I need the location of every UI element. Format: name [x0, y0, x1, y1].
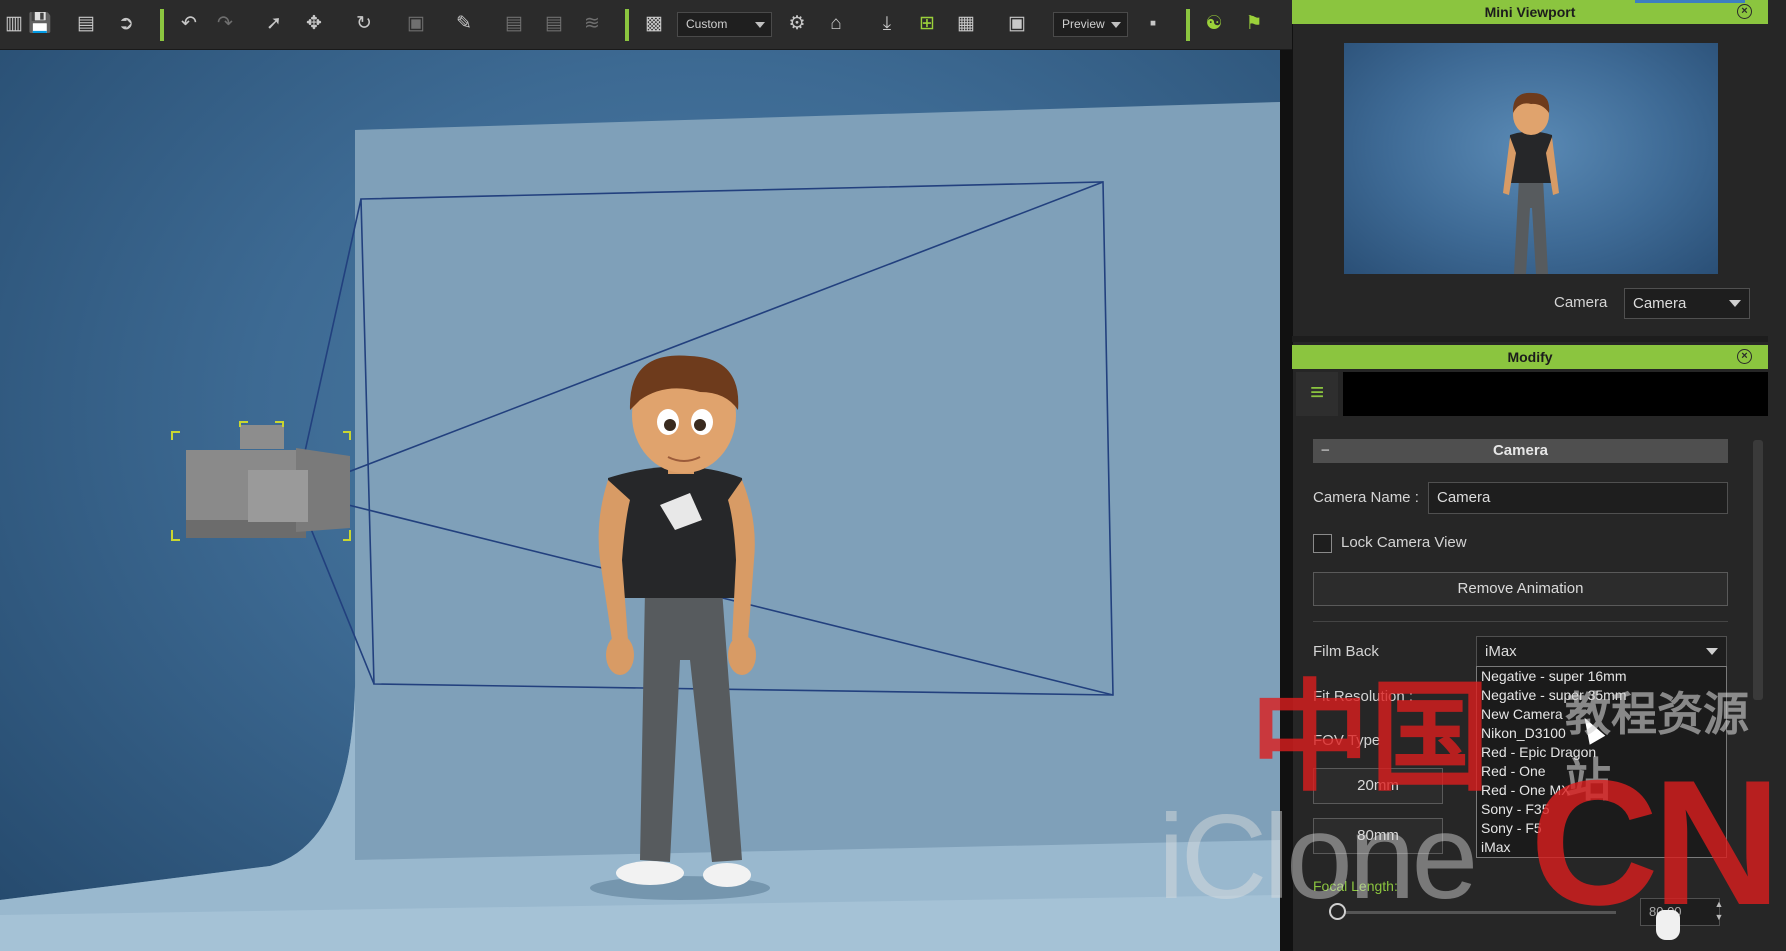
align-center-icon[interactable]: ▤ [540, 10, 568, 38]
app-window: ▥ 💾 ▤ ➲ ↶ ↷ ➚ ✥ ↻ ▣ ✎ ▤ ▤ ≋ ▩ Custom ⚙ ⌂… [0, 0, 1786, 951]
lock-camera-view-checkbox[interactable] [1313, 534, 1332, 553]
camera-section-header[interactable]: − Camera [1313, 439, 1728, 463]
film-back-option[interactable]: Red - One MX [1477, 781, 1726, 800]
zoom-extents-icon[interactable]: ▣ [1003, 10, 1031, 38]
rotate-icon[interactable]: ↻ [350, 10, 378, 38]
camera-name-field[interactable]: Camera [1428, 482, 1728, 514]
mini-viewport-preview[interactable] [1344, 43, 1718, 274]
move-icon[interactable]: ✥ [300, 10, 328, 38]
panel-splitter[interactable] [1292, 336, 1768, 342]
focal-length-label: Focal Length: [1313, 878, 1398, 894]
lens-preset-80mm-button[interactable]: 80mm [1313, 818, 1443, 854]
blink-icon[interactable]: ≋ [578, 10, 606, 38]
focal-length-input[interactable]: 80.00 [1640, 898, 1720, 926]
focal-length-slider-track[interactable] [1336, 911, 1616, 914]
video-camera-icon[interactable]: ▪ [1139, 10, 1167, 38]
lens-preset-20mm-button[interactable]: 20mm [1313, 768, 1443, 804]
film-back-dropdown-list: Negative - super 16mm Negative - super 3… [1476, 666, 1727, 858]
camera-name-label: Camera Name : [1313, 489, 1419, 506]
modify-title-bar: Modify × [1292, 345, 1768, 369]
film-back-label: Film Back [1313, 643, 1379, 660]
film-back-option[interactable]: Negative - super 16mm [1477, 667, 1726, 686]
chevron-down-icon [1111, 22, 1121, 28]
light-icon[interactable]: ⚙ [783, 10, 811, 38]
window-icon[interactable]: ▩ [640, 10, 668, 38]
collapse-icon[interactable]: − [1321, 439, 1330, 463]
camera-label: Camera [1554, 294, 1608, 311]
mini-viewport-title: Mini Viewport [1484, 4, 1576, 20]
film-back-option[interactable]: New Camera [1477, 705, 1726, 724]
save-icon[interactable]: ▥ [0, 10, 28, 38]
mini-camera-select[interactable]: Camera [1624, 288, 1750, 319]
chevron-down-icon [1729, 300, 1741, 307]
mini-preview-canvas [1503, 92, 1559, 274]
toolbar-separator [160, 9, 164, 41]
spinner-arrows-icon[interactable]: ▲ ▼ [1712, 898, 1726, 926]
scene-viewport[interactable] [0, 50, 1280, 951]
lock-camera-view-label: Lock Camera View [1341, 534, 1467, 551]
pose-icon[interactable]: ☯ [1200, 10, 1228, 38]
save-icon[interactable]: 💾 [26, 10, 54, 38]
lens-preset-label: 20mm [1357, 777, 1399, 794]
redo-icon[interactable]: ↷ [211, 10, 239, 38]
main-toolbar: ▥ 💾 ▤ ➲ ↶ ↷ ➚ ✥ ↻ ▣ ✎ ▤ ▤ ≋ ▩ Custom ⚙ ⌂… [0, 0, 1292, 50]
import-icon[interactable]: ➲ [112, 10, 140, 38]
fov-type-label: FOV Type [1313, 732, 1381, 749]
render-mode-dropdown[interactable]: Preview [1053, 12, 1128, 37]
chevron-down-icon [1706, 648, 1718, 655]
film-back-select[interactable]: iMax [1476, 636, 1727, 667]
camera-name-value: Camera [1437, 489, 1491, 506]
add-icon[interactable]: ⊞ [913, 10, 941, 38]
toolbar-separator [1186, 9, 1190, 41]
panel-focus-indicator [1635, 0, 1745, 3]
sliders-icon[interactable]: ≡ [1296, 372, 1338, 416]
view-mode-value: Custom [686, 17, 728, 31]
scale-icon[interactable]: ▣ [402, 10, 430, 38]
camera-section-title: Camera [1492, 442, 1549, 459]
paint-icon[interactable]: ✎ [450, 10, 478, 38]
remove-animation-label: Remove Animation [1457, 580, 1584, 597]
mouse-icon [1656, 910, 1680, 940]
film-back-option[interactable]: iMax [1477, 838, 1726, 857]
divider [1313, 621, 1728, 622]
undo-icon[interactable]: ↶ [175, 10, 203, 38]
render-mode-value: Preview [1062, 17, 1105, 31]
close-icon[interactable]: × [1737, 349, 1752, 364]
mini-viewport-title-bar: Mini Viewport × [1292, 0, 1768, 24]
export-icon[interactable]: ▤ [72, 10, 100, 38]
modify-header-area [1343, 372, 1768, 416]
download-icon[interactable]: ⤓ [873, 10, 901, 38]
focal-length-slider-handle[interactable] [1329, 903, 1346, 920]
camera-object[interactable] [171, 421, 351, 541]
film-back-value: iMax [1485, 643, 1517, 660]
align-left-icon[interactable]: ▤ [500, 10, 528, 38]
home-icon[interactable]: ⌂ [822, 10, 850, 38]
film-back-option[interactable]: Red - Epic Dragon [1477, 743, 1726, 762]
flag-icon[interactable]: ⚑ [1240, 10, 1268, 38]
film-back-option[interactable]: Sony - F35 [1477, 800, 1726, 819]
lens-preset-label: 80mm [1357, 827, 1399, 844]
scene-canvas [0, 102, 1280, 951]
film-back-option[interactable]: Red - One [1477, 762, 1726, 781]
view-mode-dropdown[interactable]: Custom [677, 12, 772, 37]
select-icon[interactable]: ➚ [260, 10, 288, 38]
film-back-option[interactable]: Negative - super 35mm [1477, 686, 1726, 705]
toolbar-separator [625, 9, 629, 41]
modify-scrollbar[interactable] [1753, 440, 1763, 700]
fit-resolution-label: Fit Resolution : [1313, 688, 1414, 705]
close-icon[interactable]: × [1737, 4, 1752, 19]
remove-animation-button[interactable]: Remove Animation [1313, 572, 1728, 606]
film-back-option[interactable]: Sony - F5 [1477, 819, 1726, 838]
chevron-down-icon [755, 22, 765, 28]
modify-title: Modify [1507, 349, 1553, 365]
snap-icon[interactable]: ▦ [952, 10, 980, 38]
mini-camera-value: Camera [1633, 295, 1687, 312]
